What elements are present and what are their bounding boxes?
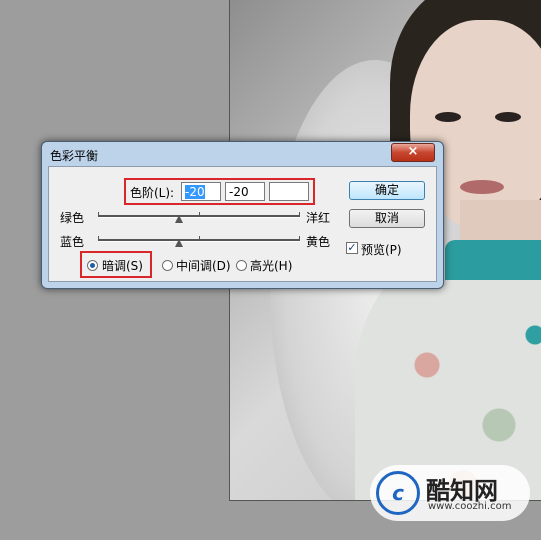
preview-label[interactable]: 预览(P) [361,241,402,258]
slider1-tick-left [98,212,99,216]
checkmark-icon: ✓ [347,241,357,254]
slider1-left-label: 绿色 [60,211,85,225]
slider2-right-label: 黄色 [306,235,331,249]
lips [460,180,504,194]
highlights-label[interactable]: 高光(H) [250,257,292,274]
slider2-tick-left [98,236,99,240]
slider1-thumb[interactable] [175,215,183,223]
slider2-left-label: 蓝色 [60,235,85,249]
watermark-logo: c 酷知网 www.coozhi.com [370,465,530,521]
close-icon: × [407,144,419,159]
close-button[interactable]: × [391,143,435,162]
slider2-tick-right [299,236,300,240]
levels-highlight-box [124,178,315,205]
dialog-client-area: 色阶(L): -20 -20 绿色 洋红 蓝色 黄色 暗调(S) 中间调(D) … [48,166,437,282]
midtones-label[interactable]: 中间调(D) [176,257,231,274]
coozhi-logo-icon: c [376,471,420,515]
left-eye [435,112,461,122]
preview-checkbox[interactable]: ✓ [346,242,358,254]
slider1-tick-mid [199,212,200,216]
dialog-titlebar[interactable]: 色彩平衡 × [42,142,443,164]
ok-button[interactable]: 确定 [349,181,425,200]
dialog-title: 色彩平衡 [50,149,99,163]
slider1-right-label: 洋红 [306,211,331,225]
highlights-radio[interactable] [236,260,247,271]
watermark-url: www.coozhi.com [428,501,512,512]
dress-collar [445,240,541,280]
slider1-tick-right [299,212,300,216]
right-eye [495,112,521,122]
midtones-radio[interactable] [162,260,173,271]
slider2-thumb[interactable] [175,239,183,247]
shadows-highlight-box [80,251,152,278]
logo-mark: c [392,481,404,505]
color-balance-dialog: 色彩平衡 × 色阶(L): -20 -20 绿色 洋红 蓝色 黄色 暗调(S) [41,141,444,289]
cancel-button[interactable]: 取消 [349,209,425,228]
slider2-tick-mid [199,236,200,240]
